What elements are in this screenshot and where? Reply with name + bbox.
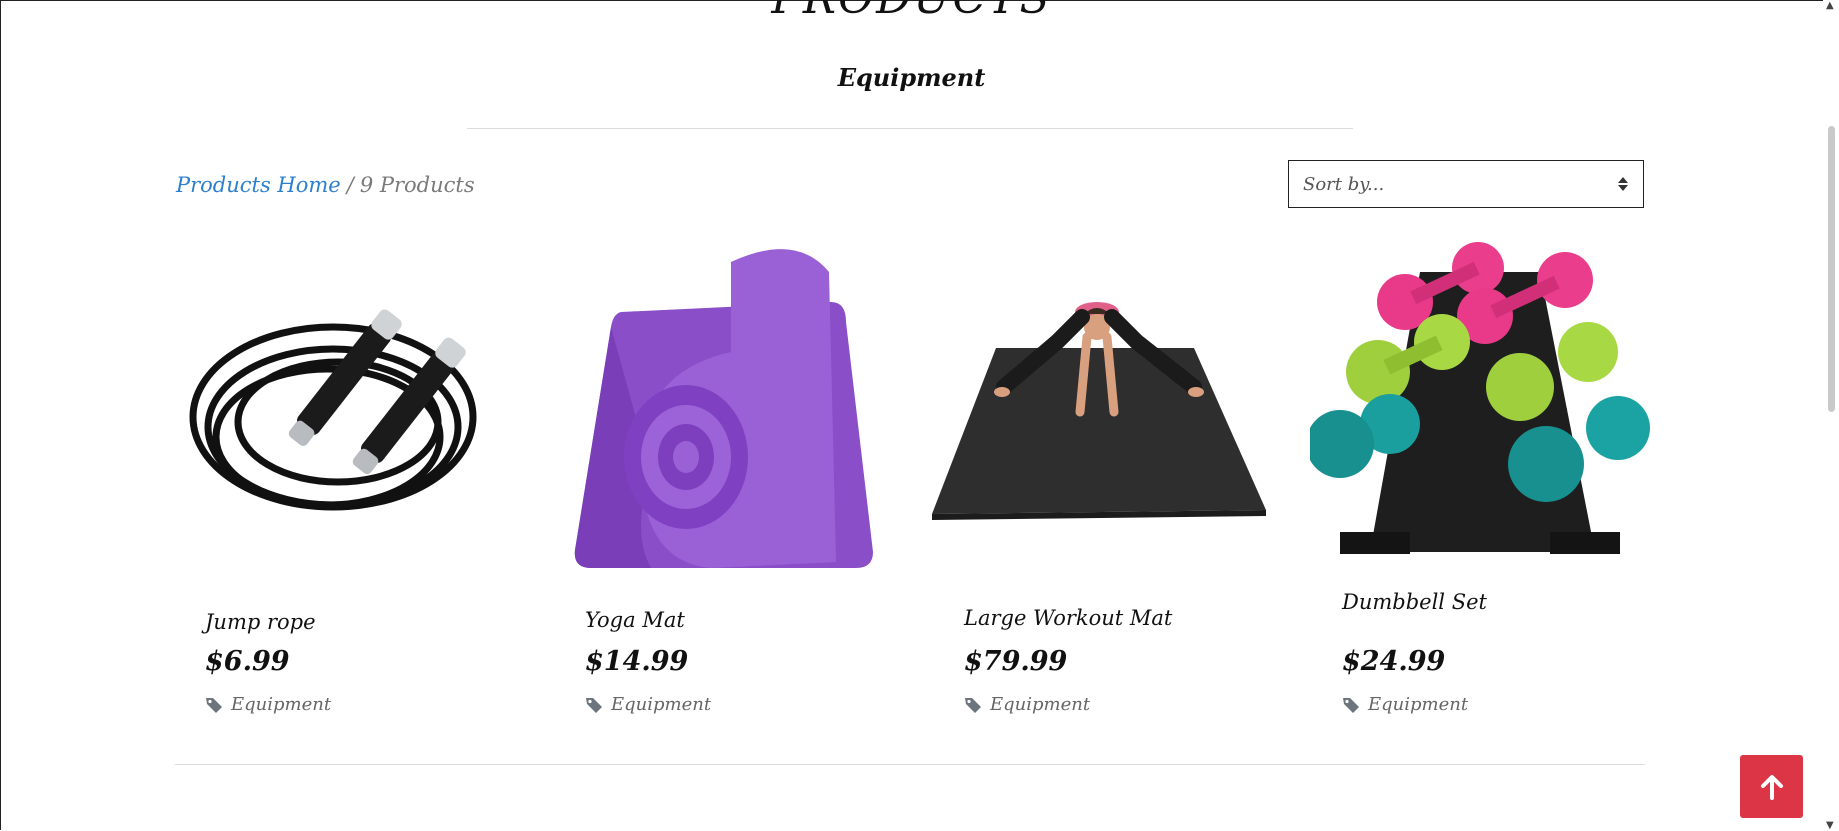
product-card-dumbbell-set[interactable]: Dumbbell Set $24.99 Equipment (1310, 232, 1650, 732)
sort-select[interactable]: Sort by... (1288, 160, 1644, 208)
breadcrumb: Products Home/9 Products (176, 170, 475, 200)
sort-arrows-icon (1618, 177, 1628, 191)
large-workout-mat-image[interactable] (932, 232, 1272, 572)
back-to-top-button[interactable] (1740, 755, 1803, 818)
product-card-large-workout-mat[interactable]: Large Workout Mat $79.99 Equipment (932, 232, 1272, 732)
sort-select-value: Sort by... (1303, 173, 1385, 195)
product-card-yoga-mat[interactable]: Yoga Mat $14.99 Equipment (561, 232, 901, 732)
arrow-up-icon (1760, 774, 1783, 800)
category-label: Equipment (231, 694, 332, 715)
tag-icon (1343, 698, 1359, 713)
product-category[interactable]: Equipment (205, 693, 331, 717)
products-divider (175, 764, 1645, 765)
product-count: 9 Products (359, 173, 475, 197)
product-price: $79.99 (964, 646, 1068, 677)
category-label: Equipment (990, 694, 1091, 715)
tag-icon (586, 698, 602, 713)
product-price: $14.99 (585, 646, 689, 677)
product-name[interactable]: Dumbbell Set (1342, 588, 1487, 616)
vertical-scrollbar[interactable]: ▲ ▼ (1823, 0, 1839, 831)
scroll-down-icon[interactable]: ▼ (1826, 820, 1834, 831)
scrollbar-thumb[interactable] (1828, 126, 1835, 412)
scroll-up-icon[interactable]: ▲ (1826, 0, 1834, 11)
category-title: Equipment (837, 63, 986, 92)
heading-divider (467, 128, 1353, 129)
tag-icon (206, 698, 222, 713)
product-price: $6.99 (205, 646, 290, 677)
product-name[interactable]: Jump rope (205, 608, 316, 636)
product-card-jump-rope[interactable]: Jump rope $6.99 Equipment (183, 232, 523, 732)
product-category[interactable]: Equipment (585, 693, 711, 717)
product-category[interactable]: Equipment (964, 693, 1090, 717)
breadcrumb-separator: / (346, 173, 354, 197)
category-label: Equipment (1368, 694, 1469, 715)
jump-rope-image[interactable] (183, 232, 523, 572)
product-name[interactable]: Large Workout Mat (964, 604, 1172, 632)
yoga-mat-image[interactable] (561, 232, 901, 572)
category-label: Equipment (611, 694, 712, 715)
product-category[interactable]: Equipment (1342, 693, 1468, 717)
products-home-link[interactable]: Products Home (176, 173, 341, 197)
page-heading: PRODUCTS (0, 0, 1823, 24)
product-price: $24.99 (1342, 646, 1446, 677)
product-name[interactable]: Yoga Mat (585, 606, 685, 634)
dumbbell-set-image[interactable] (1310, 232, 1650, 572)
tag-icon (965, 698, 981, 713)
